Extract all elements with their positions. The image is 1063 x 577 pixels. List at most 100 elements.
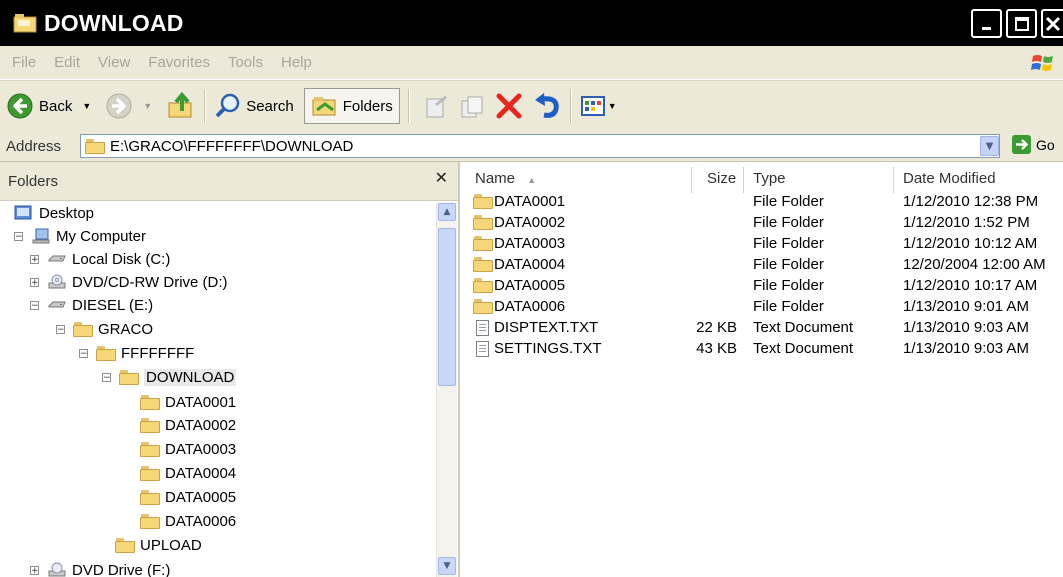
- vertical-scrollbar[interactable]: ▲ ▼: [436, 202, 457, 577]
- toolbar: Back ▼ ▼ Search Folders ▼: [0, 80, 1063, 132]
- desktop-icon: [14, 205, 32, 220]
- go-label: Go: [1036, 136, 1055, 153]
- close-button[interactable]: [1041, 9, 1063, 38]
- drive-icon: [48, 255, 66, 262]
- chevron-down-icon: ▼: [985, 140, 994, 152]
- tree-item-desktop[interactable]: Desktop: [14, 202, 94, 224]
- folder-icon: [13, 14, 37, 33]
- close-icon: [1045, 16, 1061, 31]
- column-header-name[interactable]: Name ▲: [475, 170, 536, 192]
- copy-to-icon[interactable]: [458, 91, 488, 121]
- up-folder-icon[interactable]: [166, 91, 196, 121]
- forward-button[interactable]: ▼: [105, 92, 152, 120]
- move-to-icon[interactable]: [422, 91, 452, 121]
- chevron-up-icon: ▲: [443, 207, 451, 217]
- tree-item-my-computer[interactable]: − My Computer: [14, 225, 146, 247]
- folder-icon: [140, 417, 160, 433]
- collapse-icon[interactable]: −: [79, 348, 88, 358]
- menu-favorites[interactable]: Favorites: [148, 54, 210, 71]
- maximize-icon: [1014, 16, 1029, 31]
- minimize-button[interactable]: [971, 9, 1002, 38]
- maximize-button[interactable]: [1006, 9, 1037, 38]
- file-row[interactable]: SETTINGS.TXT 43 KB Text Document 1/13/20…: [461, 340, 1063, 361]
- folder-icon: [140, 394, 160, 410]
- folders-button[interactable]: Folders: [303, 88, 400, 124]
- tree-item-data0001[interactable]: DATA0001: [140, 391, 236, 413]
- go-arrow-icon: [1012, 135, 1031, 154]
- undo-icon[interactable]: [532, 91, 562, 121]
- folder-icon: [473, 236, 493, 251]
- file-row[interactable]: DATA0005 File Folder 1/12/2010 10:17 AM: [461, 277, 1063, 298]
- views-button[interactable]: ▼: [580, 94, 617, 118]
- file-row[interactable]: DATA0006 File Folder 1/13/2010 9:01 AM: [461, 298, 1063, 319]
- windows-logo-icon: [1031, 55, 1053, 71]
- sort-ascending-icon: ▲: [527, 175, 537, 185]
- address-dropdown-button[interactable]: ▼: [980, 136, 999, 156]
- column-header-size[interactable]: Size: [707, 170, 736, 192]
- back-dropdown-icon[interactable]: ▼: [82, 101, 91, 111]
- tree-item-dvd-drive-f[interactable]: + DVD Drive (F:): [30, 559, 170, 577]
- tree-item-download[interactable]: − DOWNLOAD: [102, 366, 237, 388]
- tree-item-data0003[interactable]: DATA0003: [140, 438, 236, 460]
- collapse-icon[interactable]: −: [102, 372, 111, 382]
- expand-icon[interactable]: +: [30, 277, 39, 287]
- folders-pane: Folders ✕ Desktop − My Computer + Local …: [0, 162, 460, 577]
- tree-item-local-disk-c[interactable]: + Local Disk (C:): [30, 248, 170, 270]
- folder-icon: [115, 537, 135, 553]
- file-row[interactable]: DISPTEXT.TXT 22 KB Text Document 1/13/20…: [461, 319, 1063, 340]
- tree-item-data0005[interactable]: DATA0005: [140, 486, 236, 508]
- collapse-icon[interactable]: −: [56, 324, 65, 334]
- close-pane-icon[interactable]: ✕: [435, 168, 448, 187]
- expand-icon[interactable]: +: [30, 254, 39, 264]
- column-header-type[interactable]: Type: [753, 170, 786, 192]
- file-list-pane: Name ▲ Size Type Date Modified DATA0001 …: [461, 162, 1063, 577]
- folders-label: Folders: [342, 97, 393, 115]
- search-icon: [215, 93, 240, 118]
- tree-item-ffffffff[interactable]: − FFFFFFFF: [79, 342, 194, 364]
- folder-icon: [140, 441, 160, 457]
- back-label: Back: [39, 97, 73, 115]
- menu-view[interactable]: View: [98, 54, 130, 71]
- expand-icon[interactable]: +: [30, 565, 39, 575]
- folder-icon: [473, 278, 493, 293]
- file-row[interactable]: DATA0003 File Folder 1/12/2010 10:12 AM: [461, 235, 1063, 256]
- file-row[interactable]: DATA0002 File Folder 1/12/2010 1:52 PM: [461, 214, 1063, 235]
- tree-item-diesel-e[interactable]: − DIESEL (E:): [30, 294, 153, 316]
- folders-pane-title: Folders: [8, 172, 59, 190]
- menu-help[interactable]: Help: [281, 54, 312, 71]
- text-file-icon: [476, 319, 489, 336]
- back-button[interactable]: Back ▼: [6, 92, 91, 120]
- cd-drive-icon: [48, 562, 66, 577]
- folder-icon: [73, 321, 93, 337]
- folder-icon: [85, 138, 105, 154]
- cd-drive-icon: [48, 274, 66, 289]
- scroll-thumb[interactable]: [438, 228, 456, 386]
- search-button[interactable]: Search: [214, 92, 294, 120]
- scroll-up-button[interactable]: ▲: [438, 203, 456, 221]
- search-label: Search: [246, 97, 294, 115]
- tree-item-dvd-cd-rw-d[interactable]: + DVD/CD-RW Drive (D:): [30, 271, 228, 293]
- column-header-date-modified[interactable]: Date Modified: [903, 170, 996, 192]
- menu-edit[interactable]: Edit: [54, 54, 80, 71]
- scroll-down-button[interactable]: ▼: [438, 557, 456, 575]
- tree-item-data0004[interactable]: DATA0004: [140, 462, 236, 484]
- file-row[interactable]: DATA0004 File Folder 12/20/2004 12:00 AM: [461, 256, 1063, 277]
- go-button[interactable]: Go: [1012, 135, 1055, 154]
- delete-icon[interactable]: [494, 91, 524, 121]
- tree-item-graco[interactable]: − GRACO: [56, 318, 153, 340]
- tree-item-data0006[interactable]: DATA0006: [140, 510, 236, 532]
- collapse-icon[interactable]: −: [14, 231, 23, 241]
- computer-icon: [32, 228, 50, 244]
- collapse-icon[interactable]: −: [30, 300, 39, 310]
- menu-file[interactable]: File: [12, 54, 36, 71]
- forward-arrow-icon: [106, 93, 132, 119]
- folder-tree: Desktop − My Computer + Local Disk (C:) …: [0, 202, 435, 577]
- file-row[interactable]: DATA0001 File Folder 1/12/2010 12:38 PM: [461, 193, 1063, 214]
- address-input[interactable]: E:\GRACO\FFFFFFFF\DOWNLOAD ▼: [80, 134, 1000, 158]
- tree-item-upload[interactable]: UPLOAD: [115, 534, 202, 556]
- menu-tools[interactable]: Tools: [228, 54, 263, 71]
- window-title: DOWNLOAD: [44, 9, 184, 36]
- tree-item-data0002[interactable]: DATA0002: [140, 414, 236, 436]
- folder-icon: [473, 194, 493, 209]
- address-label: Address: [6, 137, 62, 155]
